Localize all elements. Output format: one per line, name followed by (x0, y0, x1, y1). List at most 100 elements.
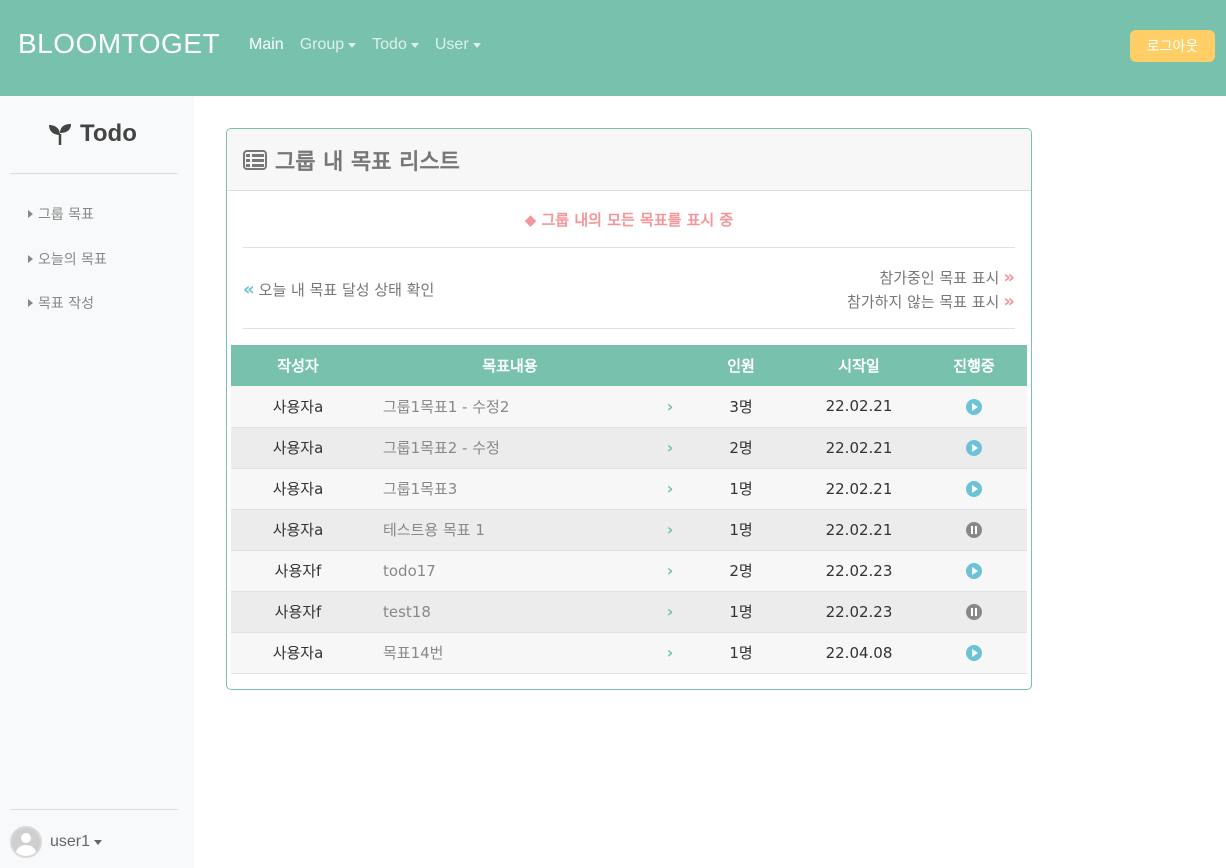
status-cell (921, 509, 1027, 551)
nav-links: Main Group Todo User (249, 36, 481, 54)
table-row[interactable]: 사용자a 그룹1목표3 › 1명 22.02.21 (231, 468, 1027, 510)
nav-user-dropdown[interactable]: User (435, 36, 481, 54)
sidebar: Todo 그룹 목표 오늘의 목표 목표 작성 user1 (0, 96, 194, 868)
card-title: 그룹 내 목표 리스트 (275, 149, 460, 175)
user-name: user1 (50, 833, 103, 851)
members-cell: 1명 (685, 591, 797, 633)
play-circle-icon[interactable] (966, 645, 982, 661)
goal-content-cell[interactable]: test18 (365, 591, 655, 633)
chevron-right-icon[interactable]: › (655, 386, 685, 428)
start-date-cell: 22.02.21 (797, 509, 921, 551)
goal-list-card: 그룹 내 목표 리스트 ◆ 그룹 내의 모든 목표를 표시 중 « 오늘 내 목… (226, 128, 1032, 690)
chevron-right-icon[interactable]: › (655, 550, 685, 592)
author-cell: 사용자a (231, 386, 365, 428)
author-cell: 사용자a (231, 468, 365, 510)
sidebar-item-label: 그룹 목표 (38, 207, 94, 223)
start-date-cell: 22.02.23 (797, 591, 921, 633)
card-header: 그룹 내 목표 리스트 (227, 129, 1031, 191)
pause-circle-icon[interactable] (966, 604, 982, 620)
play-circle-icon[interactable] (966, 440, 982, 456)
author-cell: 사용자a (231, 509, 365, 551)
col-start-date: 시작일 (797, 345, 921, 386)
author-cell: 사용자a (231, 427, 365, 469)
chevron-right-icon[interactable]: › (655, 509, 685, 551)
goal-content-cell[interactable]: 그룹1목표3 (365, 468, 655, 510)
nav-group-dropdown[interactable]: Group (299, 36, 357, 54)
start-date-cell: 22.02.21 (797, 386, 921, 428)
double-chevron-right-icon: » (1003, 290, 1015, 312)
goal-content-cell[interactable]: 그룹1목표1 - 수정2 (365, 386, 655, 428)
caret-right-icon (28, 299, 33, 307)
sidebar-item-write-goal[interactable]: 목표 작성 (28, 293, 94, 313)
caret-down-icon (348, 42, 357, 48)
members-cell: 1명 (685, 468, 797, 510)
goal-content-cell[interactable]: 그룹1목표2 - 수정 (365, 427, 655, 469)
chevron-right-icon[interactable]: › (655, 591, 685, 633)
caret-right-icon (28, 255, 33, 263)
col-content: 목표내용 (365, 345, 655, 386)
joined-goals-link[interactable]: 참가중인 목표 표시 » (879, 267, 1015, 288)
table-row[interactable]: 사용자f test18 › 1명 22.02.23 (231, 591, 1027, 633)
sidebar-divider (10, 809, 178, 810)
nav-main-label: Main (249, 36, 284, 53)
author-cell: 사용자a (231, 632, 365, 674)
sidebar-divider (10, 173, 178, 174)
play-circle-icon[interactable] (966, 563, 982, 579)
chevron-right-icon[interactable]: › (655, 632, 685, 674)
nav-todo-dropdown[interactable]: Todo (372, 36, 419, 54)
card-divider (243, 328, 1015, 329)
brand-logo[interactable]: BLOOMTOGET (18, 28, 220, 60)
sidebar-item-label: 목표 작성 (38, 296, 94, 312)
user-name-text: user1 (50, 833, 91, 850)
not-joined-goals-link[interactable]: 참가하지 않는 목표 표시 » (847, 291, 1015, 312)
pause-circle-icon[interactable] (966, 522, 982, 538)
sidebar-item-group-goals[interactable]: 그룹 목표 (28, 204, 94, 224)
table-row[interactable]: 사용자a 그룹1목표2 - 수정 › 2명 22.02.21 (231, 427, 1027, 469)
goal-content-cell[interactable]: 목표14번 (365, 632, 655, 674)
nav-main[interactable]: Main (249, 36, 284, 54)
logout-button[interactable]: 로그아웃 (1130, 30, 1215, 62)
start-date-cell: 22.02.21 (797, 468, 921, 510)
chevron-right-icon[interactable]: › (655, 468, 685, 510)
seedling-icon (49, 124, 71, 145)
sidebar-item-label: 오늘의 목표 (38, 252, 107, 268)
nav-group-label: Group (299, 36, 345, 53)
filter-notice: ◆ 그룹 내의 모든 목표를 표시 중 (524, 211, 734, 229)
col-members: 인원 (685, 345, 797, 386)
list-table-icon (243, 149, 267, 170)
chevron-right-icon[interactable]: › (655, 427, 685, 469)
table-row[interactable]: 사용자a 목표14번 › 1명 22.04.08 (231, 632, 1027, 674)
members-cell: 2명 (685, 550, 797, 592)
play-circle-icon[interactable] (966, 398, 982, 415)
table-row[interactable]: 사용자a 테스트용 목표 1 › 1명 22.02.21 (231, 509, 1027, 551)
author-cell: 사용자f (231, 550, 365, 592)
table-row[interactable]: 사용자a 그룹1목표1 - 수정2 › 3명 22.02.21 (231, 386, 1027, 428)
members-cell: 1명 (685, 509, 797, 551)
sidebar-item-today-goals[interactable]: 오늘의 목표 (28, 249, 107, 269)
joined-goals-link-label: 참가중인 목표 표시 (879, 269, 1000, 287)
members-cell: 3명 (685, 386, 797, 428)
user-dropdown[interactable]: user1 (10, 826, 103, 858)
goal-content-cell[interactable]: todo17 (365, 550, 655, 592)
nav-todo-label: Todo (372, 36, 407, 53)
table-row[interactable]: 사용자f todo17 › 2명 22.02.23 (231, 550, 1027, 592)
members-cell: 1명 (685, 632, 797, 674)
caret-right-icon (28, 210, 33, 218)
double-chevron-left-icon: « (243, 278, 255, 300)
status-cell (921, 468, 1027, 510)
avatar (10, 826, 42, 858)
not-joined-goals-link-label: 참가하지 않는 목표 표시 (847, 293, 1000, 311)
start-date-cell: 22.02.21 (797, 427, 921, 469)
author-cell: 사용자f (231, 591, 365, 633)
today-status-link[interactable]: « 오늘 내 목표 달성 상태 확인 (243, 279, 434, 300)
caret-down-icon (94, 839, 103, 845)
play-circle-icon[interactable] (966, 481, 982, 497)
sidebar-title: Todo (48, 120, 137, 148)
card-divider (243, 247, 1015, 248)
start-date-cell: 22.04.08 (797, 632, 921, 674)
top-navbar: BLOOMTOGET Main Group Todo User 로그아웃 (0, 0, 1226, 96)
table-header-row: 작성자 목표내용 인원 시작일 진행중 (231, 345, 1027, 386)
status-cell (921, 427, 1027, 469)
goal-content-cell[interactable]: 테스트용 목표 1 (365, 509, 655, 551)
caret-down-icon (410, 42, 419, 48)
